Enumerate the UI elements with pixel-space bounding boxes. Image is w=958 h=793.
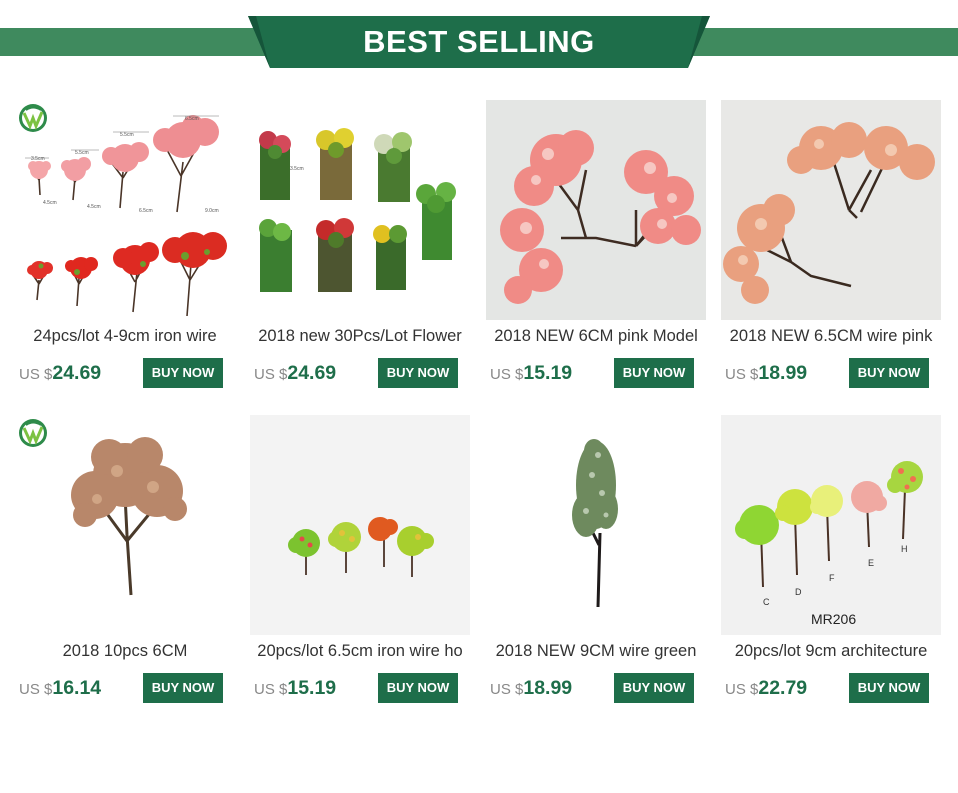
product-title[interactable]: 20pcs/lot 6.5cm iron wire ho	[245, 642, 475, 664]
product-card[interactable]: 20pcs/lot 6.5cm iron wire ho US $15.19 B…	[250, 415, 470, 715]
measure-label: 3.5cm	[31, 156, 45, 162]
measure-label: 6.5cm	[185, 116, 199, 122]
price-amount: 22.79	[758, 677, 808, 699]
product-title[interactable]: 2018 10pcs 6CM	[10, 642, 240, 664]
buy-now-button[interactable]: BUY NOW	[378, 673, 458, 703]
tree-letter: F	[829, 573, 835, 583]
measure-label: 5.5cm	[120, 132, 134, 138]
tree-letter: D	[795, 587, 802, 597]
price-currency: US $	[19, 366, 53, 383]
product-title[interactable]: 2018 new 30Pcs/Lot Flower	[245, 327, 475, 349]
price-currency: US $	[254, 681, 288, 698]
product-card[interactable]: 2018 NEW 6CM pink Model US $15.19 BUY NO…	[486, 100, 706, 400]
tree-letter: C	[763, 597, 770, 607]
brand-logo-icon	[17, 102, 49, 134]
product-card[interactable]: 2018 10pcs 6CM US $16.14 BUY NOW	[15, 415, 235, 715]
product-title[interactable]: 20pcs/lot 9cm architecture	[716, 642, 946, 664]
price-amount: 18.99	[758, 362, 808, 384]
price-currency: US $	[490, 366, 524, 383]
product-price: US $22.79	[725, 674, 807, 702]
price-currency: US $	[725, 366, 759, 383]
product-image[interactable]	[486, 415, 706, 635]
buy-now-button[interactable]: BUY NOW	[378, 358, 458, 388]
price-amount: 15.19	[287, 677, 337, 699]
measure-label: 6.5cm	[139, 208, 153, 214]
product-title[interactable]: 2018 NEW 9CM wire green	[481, 642, 711, 664]
measure-label: 5.5cm	[75, 150, 89, 156]
price-amount: 16.14	[52, 677, 102, 699]
brand-logo-icon	[17, 417, 49, 449]
product-title[interactable]: 24pcs/lot 4-9cm iron wire	[10, 327, 240, 349]
product-image[interactable]: C D F E H MR206	[721, 415, 941, 635]
product-price: US $16.14	[19, 674, 101, 702]
buy-now-button[interactable]: BUY NOW	[143, 673, 223, 703]
product-grid: 3.5cm 4.5cm 5.5cm 4.5cm 5.5cm 6.5cm 6.5c…	[0, 0, 958, 793]
product-card[interactable]: 2018 NEW 6.5CM wire pink US $18.99 BUY N…	[721, 100, 941, 400]
price-amount: 24.69	[287, 362, 337, 384]
product-card[interactable]: C D F E H MR206 20pcs/lot 9cm architectu…	[721, 415, 941, 715]
price-amount: 15.19	[523, 362, 573, 384]
price-currency: US $	[490, 681, 524, 698]
buy-now-button[interactable]: BUY NOW	[614, 358, 694, 388]
price-currency: US $	[254, 366, 288, 383]
measure-label: 3.5cm	[290, 166, 304, 172]
buy-now-button[interactable]: BUY NOW	[849, 673, 929, 703]
measure-label: 4.5cm	[87, 204, 101, 210]
product-image[interactable]	[721, 100, 941, 320]
price-amount: 24.69	[52, 362, 102, 384]
product-title[interactable]: 2018 NEW 6CM pink Model	[481, 327, 711, 349]
buy-now-button[interactable]: BUY NOW	[849, 358, 929, 388]
product-title[interactable]: 2018 NEW 6.5CM wire pink	[716, 327, 946, 349]
product-price: US $18.99	[725, 359, 807, 387]
product-card[interactable]: 2018 NEW 9CM wire green US $18.99 BUY NO…	[486, 415, 706, 715]
price-currency: US $	[725, 681, 759, 698]
model-code: MR206	[811, 611, 856, 627]
product-price: US $15.19	[490, 359, 572, 387]
product-image[interactable]	[250, 415, 470, 635]
buy-now-button[interactable]: BUY NOW	[614, 673, 694, 703]
buy-now-button[interactable]: BUY NOW	[143, 358, 223, 388]
product-image[interactable]	[486, 100, 706, 320]
price-currency: US $	[19, 681, 53, 698]
product-price: US $24.69	[19, 359, 101, 387]
measure-label: 9.0cm	[205, 208, 219, 214]
price-amount: 18.99	[523, 677, 573, 699]
tree-letter: H	[901, 544, 908, 554]
product-image[interactable]: 3.5cm	[250, 100, 470, 320]
product-price: US $18.99	[490, 674, 572, 702]
measure-label: 4.5cm	[43, 200, 57, 206]
product-card[interactable]: 3.5cm 2018 new 30Pcs/Lot Flower US $24.6…	[250, 100, 470, 400]
product-price: US $15.19	[254, 674, 336, 702]
product-card[interactable]: 3.5cm 4.5cm 5.5cm 4.5cm 5.5cm 6.5cm 6.5c…	[15, 100, 235, 400]
tree-letter: E	[868, 558, 874, 568]
product-price: US $24.69	[254, 359, 336, 387]
